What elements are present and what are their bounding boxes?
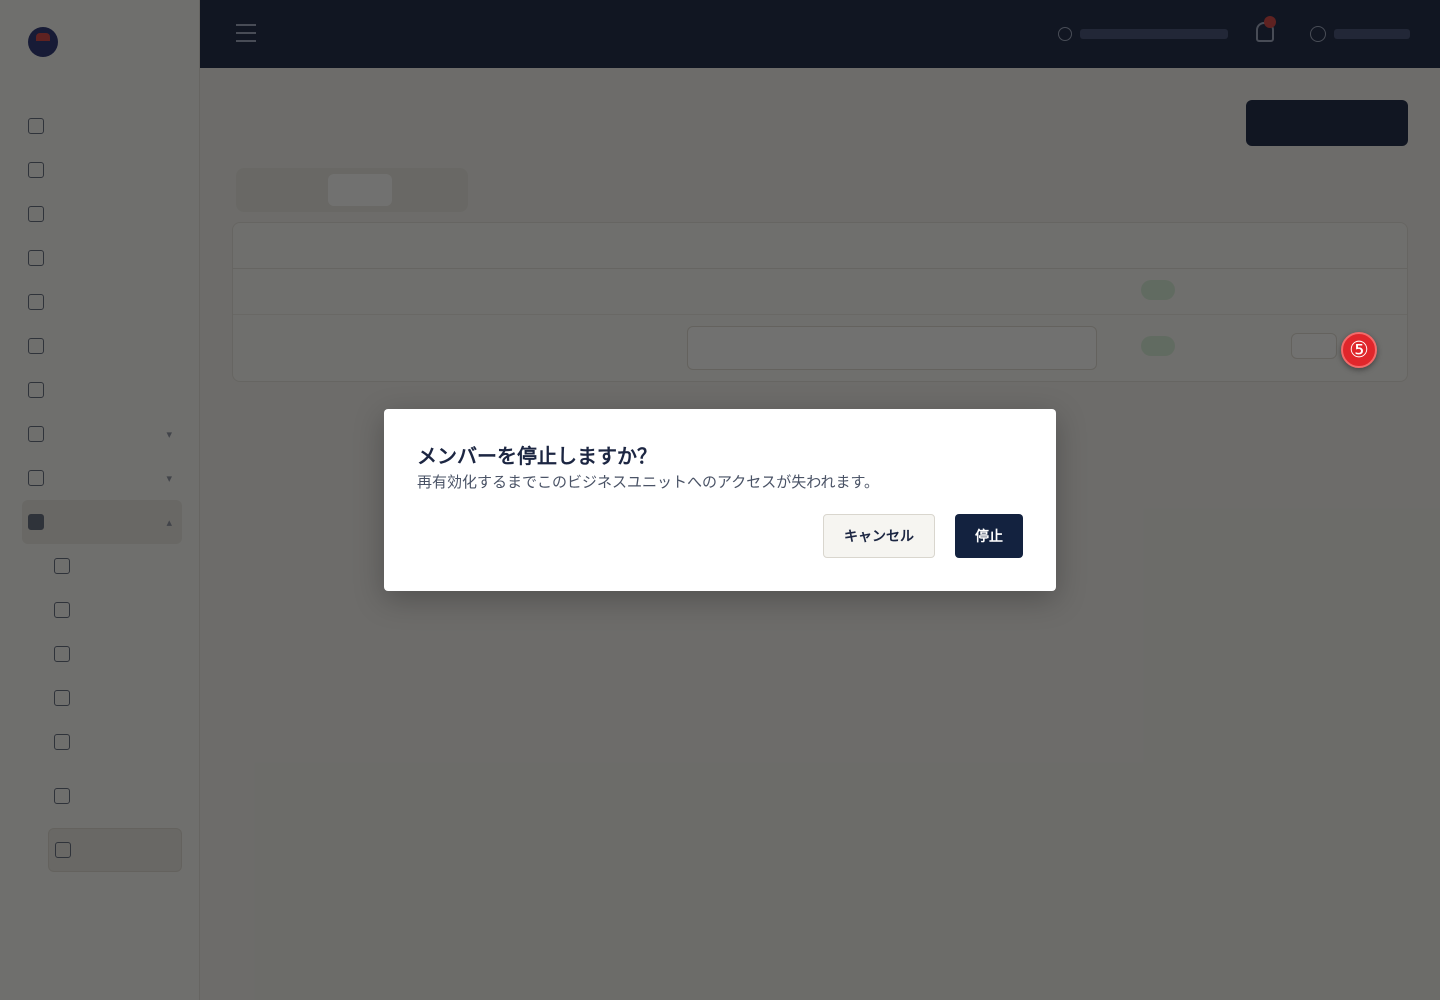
suspend-member-dialog: メンバーを停止しますか？ 再有効化するまでこのビジネスユニットへのアクセスが失わ…: [384, 409, 1056, 591]
step-marker: ⑤: [1341, 332, 1377, 368]
confirm-suspend-button[interactable]: 停止: [955, 514, 1023, 558]
dialog-title: メンバーを停止しますか？: [417, 444, 657, 468]
cancel-button[interactable]: キャンセル: [823, 514, 935, 558]
dialog-description: 再有効化するまでこのビジネスユニットへのアクセスが失われます。: [417, 473, 880, 491]
